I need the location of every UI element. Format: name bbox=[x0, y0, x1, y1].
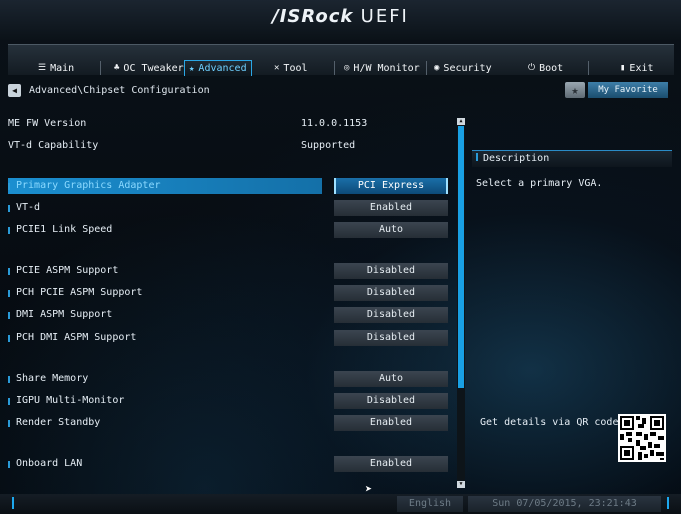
monitor-icon: ◎ bbox=[344, 63, 350, 73]
breadcrumb: ◀ Advanced\Chipset Configuration bbox=[8, 84, 210, 97]
tab-main[interactable]: ☰ Main bbox=[34, 61, 78, 75]
tab-separator bbox=[100, 61, 101, 75]
setting-label: Render Standby bbox=[16, 417, 101, 428]
scroll-up-icon[interactable]: ▲ bbox=[457, 118, 465, 125]
setting-value-button[interactable]: Disabled bbox=[334, 285, 448, 301]
setting-label: Share Memory bbox=[16, 373, 89, 384]
tab-separator bbox=[588, 61, 589, 75]
info-bullet-icon bbox=[8, 398, 10, 405]
info-bullet-icon bbox=[8, 335, 10, 342]
mouse-cursor-icon: ➤ bbox=[365, 482, 373, 496]
tab-advanced[interactable]: ★ Advanced bbox=[184, 60, 252, 76]
tool-icon: ✕ bbox=[274, 63, 280, 73]
setting-value-button[interactable]: Enabled bbox=[334, 200, 448, 216]
favorite-star-icon[interactable]: ★ bbox=[565, 82, 585, 98]
setting-label: Onboard LAN bbox=[16, 458, 83, 469]
tab-separator bbox=[426, 61, 427, 75]
status-bar-accent bbox=[667, 497, 669, 509]
setting-label: IGPU Multi-Monitor bbox=[16, 395, 125, 406]
setting-label: DMI ASPM Support bbox=[16, 309, 113, 320]
setting-row-render-standby[interactable]: Render Standby Enabled bbox=[8, 415, 448, 431]
back-arrow-icon[interactable]: ◀ bbox=[8, 84, 21, 97]
setting-label: VT-d bbox=[16, 202, 41, 213]
info-bullet-icon bbox=[8, 268, 10, 275]
tab-security[interactable]: ◉ Security bbox=[430, 61, 496, 75]
info-bullet-icon bbox=[8, 461, 10, 468]
setting-label: PCIE ASPM Support bbox=[16, 265, 119, 276]
tab-separator bbox=[334, 61, 335, 75]
date-time-display: Sun 07/05/2015, 23:21:43 bbox=[468, 496, 661, 512]
info-bullet-icon bbox=[8, 290, 10, 297]
setting-row-share-memory[interactable]: Share Memory Auto bbox=[8, 371, 448, 387]
tab-boot[interactable]: ⏻ Boot bbox=[524, 61, 567, 75]
info-label: VT-d Capability bbox=[8, 140, 99, 151]
setting-value-button[interactable]: Enabled bbox=[334, 456, 448, 472]
setting-value-button[interactable]: Auto bbox=[334, 371, 448, 387]
list-icon: ☰ bbox=[38, 63, 47, 73]
settings-scrollbar[interactable]: ▲ ▼ bbox=[457, 118, 465, 488]
title-bar: /ISRock UEFI bbox=[0, 0, 681, 40]
info-bullet-icon bbox=[476, 153, 478, 161]
scrollbar-thumb[interactable] bbox=[458, 126, 464, 388]
tab-exit[interactable]: ▮ Exit bbox=[616, 61, 658, 75]
info-bullet-icon bbox=[8, 376, 10, 383]
description-text: Select a primary VGA. bbox=[476, 178, 603, 189]
exit-icon: ▮ bbox=[620, 63, 626, 73]
setting-row-pch-dmi-aspm-support[interactable]: PCH DMI ASPM Support Disabled bbox=[8, 330, 448, 346]
info-label: ME FW Version bbox=[8, 118, 87, 129]
setting-row-pcie-aspm-support[interactable]: PCIE ASPM Support Disabled bbox=[8, 263, 448, 279]
setting-label: Primary Graphics Adapter bbox=[16, 180, 161, 191]
my-favorite-button[interactable]: My Favorite bbox=[588, 82, 668, 98]
setting-label: PCIE1 Link Speed bbox=[16, 224, 113, 235]
info-bullet-icon bbox=[8, 205, 10, 212]
info-row-vtd-capability: VT-d Capability Supported bbox=[8, 138, 448, 154]
info-row-me-fw-version: ME FW Version 11.0.0.1153 bbox=[8, 116, 448, 132]
info-bullet-icon bbox=[8, 312, 10, 319]
rocket-icon: ♣ bbox=[114, 63, 120, 73]
asrock-logo: /ISRock UEFI bbox=[272, 6, 409, 27]
info-bullet-icon bbox=[8, 227, 10, 234]
setting-row-pcie1-link-speed[interactable]: PCIE1 Link Speed Auto bbox=[8, 222, 448, 238]
language-button[interactable]: English bbox=[397, 496, 463, 512]
setting-value-button[interactable]: PCI Express bbox=[334, 178, 448, 194]
info-value: 11.0.0.1153 bbox=[301, 118, 368, 129]
breadcrumb-text: Advanced\Chipset Configuration bbox=[29, 85, 210, 96]
main-tab-bar: ☰ Main ♣ OC Tweaker ★ Advanced ✕ Tool ◎ H/W M… bbox=[8, 44, 674, 76]
setting-value-button[interactable]: Auto bbox=[334, 222, 448, 238]
status-bar-accent bbox=[12, 497, 14, 509]
setting-row-primary-graphics-adapter[interactable]: Primary Graphics Adapter PCI Express bbox=[8, 178, 448, 194]
setting-value-button[interactable]: Disabled bbox=[334, 393, 448, 409]
shield-icon: ◉ bbox=[434, 63, 440, 73]
tab-hw-monitor[interactable]: ◎ H/W Monitor bbox=[340, 61, 424, 75]
info-bullet-icon bbox=[8, 420, 10, 427]
setting-row-vtd[interactable]: VT-d Enabled bbox=[8, 200, 448, 216]
qr-code-icon bbox=[618, 414, 666, 462]
power-icon: ⏻ bbox=[528, 63, 536, 73]
setting-row-onboard-lan[interactable]: Onboard LAN Enabled bbox=[8, 456, 448, 472]
setting-label: PCH DMI ASPM Support bbox=[16, 332, 137, 343]
setting-label: PCH PCIE ASPM Support bbox=[16, 287, 143, 298]
setting-value-button[interactable]: Disabled bbox=[334, 330, 448, 346]
setting-value-button[interactable]: Enabled bbox=[334, 415, 448, 431]
scroll-down-icon[interactable]: ▼ bbox=[457, 481, 465, 488]
description-panel: Description Select a primary VGA. Get de… bbox=[472, 150, 672, 490]
qr-caption: Get details via QR code bbox=[480, 417, 619, 428]
star-icon: ★ bbox=[189, 63, 195, 74]
setting-row-dmi-aspm-support[interactable]: DMI ASPM Support Disabled bbox=[8, 307, 448, 323]
setting-row-igpu-multi-monitor[interactable]: IGPU Multi-Monitor Disabled bbox=[8, 393, 448, 409]
tab-oc-tweaker[interactable]: ♣ OC Tweaker bbox=[110, 61, 188, 75]
info-value: Supported bbox=[301, 140, 356, 151]
setting-value-button[interactable]: Disabled bbox=[334, 307, 448, 323]
setting-value-button[interactable]: Disabled bbox=[334, 263, 448, 279]
setting-row-pch-pcie-aspm-support[interactable]: PCH PCIE ASPM Support Disabled bbox=[8, 285, 448, 301]
tab-tool[interactable]: ✕ Tool bbox=[270, 61, 312, 75]
description-header: Description bbox=[472, 150, 672, 167]
info-bullet-icon bbox=[8, 183, 10, 190]
